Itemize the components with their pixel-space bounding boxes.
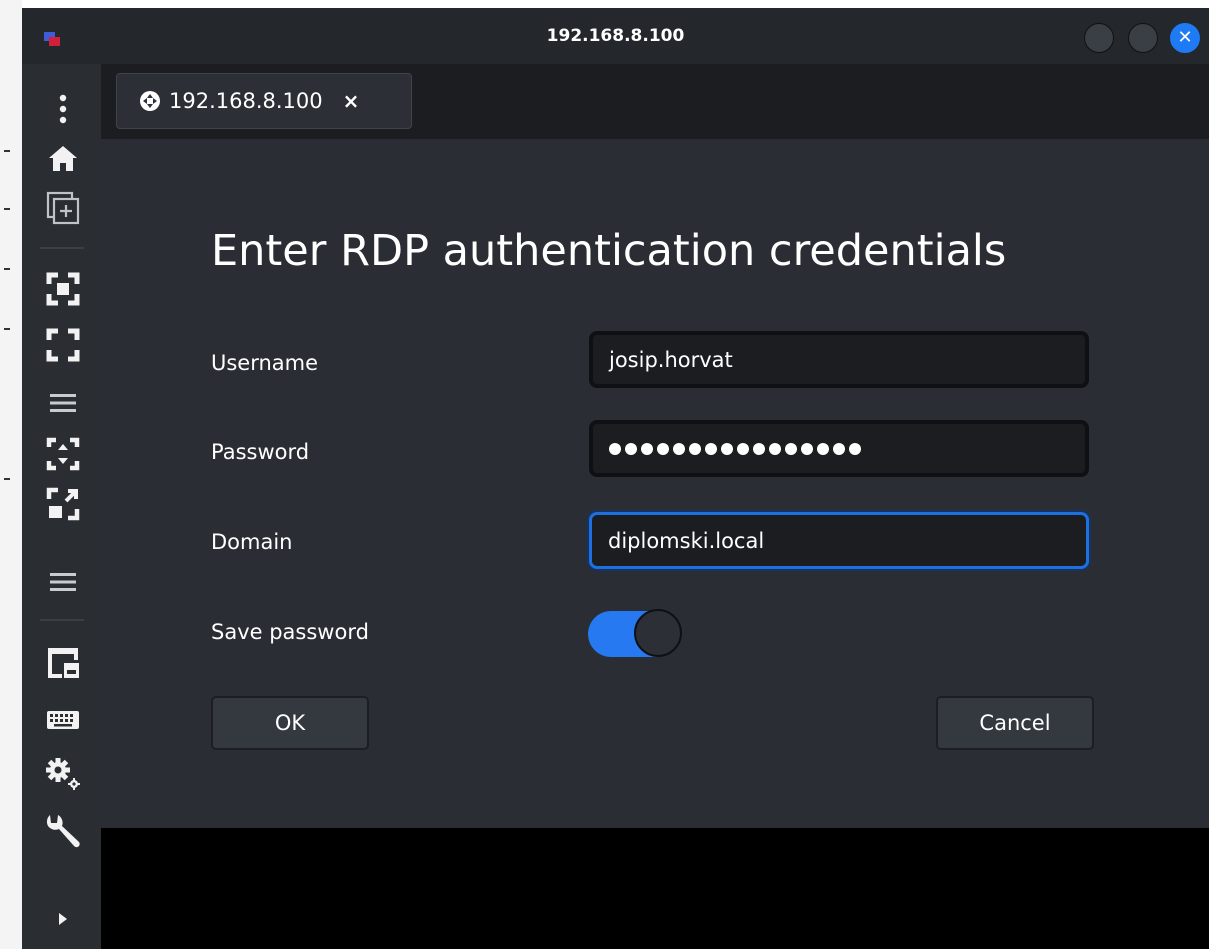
new-tab-icon	[46, 191, 80, 225]
connection-tab[interactable]: 192.168.8.100 ×	[116, 73, 412, 129]
auth-dialog: Enter RDP authentication credentials Use…	[101, 139, 1209, 828]
window-title: 192.168.8.100	[546, 26, 685, 46]
window-icon	[48, 648, 79, 678]
password-dot	[737, 442, 749, 455]
tab-bar: 192.168.8.100 ×	[101, 64, 1209, 139]
keyboard-icon	[47, 711, 79, 729]
minimize-button[interactable]	[1084, 23, 1114, 53]
scaled-mode-icon	[46, 328, 80, 362]
password-field[interactable]	[589, 420, 1089, 477]
password-dot	[833, 442, 845, 455]
window-mode-button[interactable]	[44, 644, 82, 682]
toolbar-menu-button[interactable]	[44, 384, 82, 422]
home-button[interactable]	[44, 139, 82, 177]
password-dot	[657, 442, 669, 455]
password-dot	[705, 442, 717, 455]
fullscreen-button[interactable]	[44, 270, 82, 308]
settings-button[interactable]	[44, 754, 82, 792]
keyboard-button[interactable]	[44, 701, 82, 739]
password-dot	[673, 442, 685, 455]
menu-dots-button[interactable]	[44, 90, 82, 128]
password-dot	[753, 442, 765, 455]
autofit-icon	[46, 437, 80, 471]
toolbar-menu-button[interactable]	[44, 563, 82, 601]
home-icon	[49, 146, 77, 171]
password-mask	[609, 442, 861, 455]
password-dot	[689, 442, 701, 455]
password-dot	[641, 442, 653, 455]
dialog-title: Enter RDP authentication credentials	[211, 226, 1007, 276]
background-fragment	[4, 328, 10, 330]
menu-lines-icon	[50, 573, 76, 591]
password-dot	[769, 442, 781, 455]
save-password-label: Save password	[211, 620, 369, 644]
username-label: Username	[211, 351, 319, 375]
background-fragment	[4, 150, 10, 152]
new-tab-button[interactable]	[44, 189, 82, 227]
sidebar-separator	[40, 619, 84, 621]
password-dot	[721, 442, 733, 455]
dynamic-resolution-icon	[46, 487, 80, 521]
username-field[interactable]: josip.horvat	[589, 331, 1089, 388]
remote-connection-icon	[140, 91, 160, 111]
password-dot	[625, 442, 637, 455]
tools-icon	[46, 815, 80, 848]
settings-icon	[46, 758, 80, 790]
domain-value: diplomski.local	[608, 528, 765, 553]
dynamic-resolution-button[interactable]	[44, 485, 82, 523]
sidebar-separator	[40, 247, 84, 249]
ok-button[interactable]: OK	[211, 696, 369, 750]
cancel-button[interactable]: Cancel	[936, 696, 1094, 750]
remmina-window: 192.168.8.100 ✕ 192.168.8.100 × Enter RD…	[22, 8, 1209, 949]
password-dot	[609, 442, 621, 455]
maximize-button[interactable]	[1128, 23, 1158, 53]
menu-lines-icon	[50, 394, 76, 412]
autofit-button[interactable]	[44, 435, 82, 473]
title-bar: 192.168.8.100 ✕	[22, 8, 1209, 64]
desktop-background-strip	[0, 0, 22, 949]
background-fragment	[4, 208, 10, 210]
tools-button[interactable]	[44, 812, 82, 850]
save-password-toggle[interactable]	[588, 609, 682, 661]
toggle-knob	[634, 609, 682, 657]
expand-arrow-icon	[59, 913, 67, 925]
password-dot	[849, 442, 861, 455]
password-dot	[801, 442, 813, 455]
close-window-button[interactable]: ✕	[1170, 23, 1200, 53]
password-dot	[817, 442, 829, 455]
expand-toolbar-button[interactable]	[44, 900, 82, 938]
domain-label: Domain	[211, 530, 293, 554]
close-icon: ✕	[1177, 27, 1193, 48]
remote-display-area	[101, 828, 1209, 949]
background-fragment	[4, 478, 10, 480]
tab-close-button[interactable]: ×	[343, 89, 360, 113]
username-value: josip.horvat	[609, 347, 733, 372]
fullscreen-icon	[46, 272, 80, 306]
background-fragment	[4, 268, 10, 270]
domain-field[interactable]: diplomski.local	[589, 512, 1089, 569]
menu-dots-icon	[59, 94, 67, 124]
scaled-mode-button[interactable]	[44, 326, 82, 364]
password-label: Password	[211, 440, 310, 464]
toolbar-sidebar	[22, 64, 101, 949]
password-dot	[785, 442, 797, 455]
tab-label: 192.168.8.100	[169, 89, 323, 113]
